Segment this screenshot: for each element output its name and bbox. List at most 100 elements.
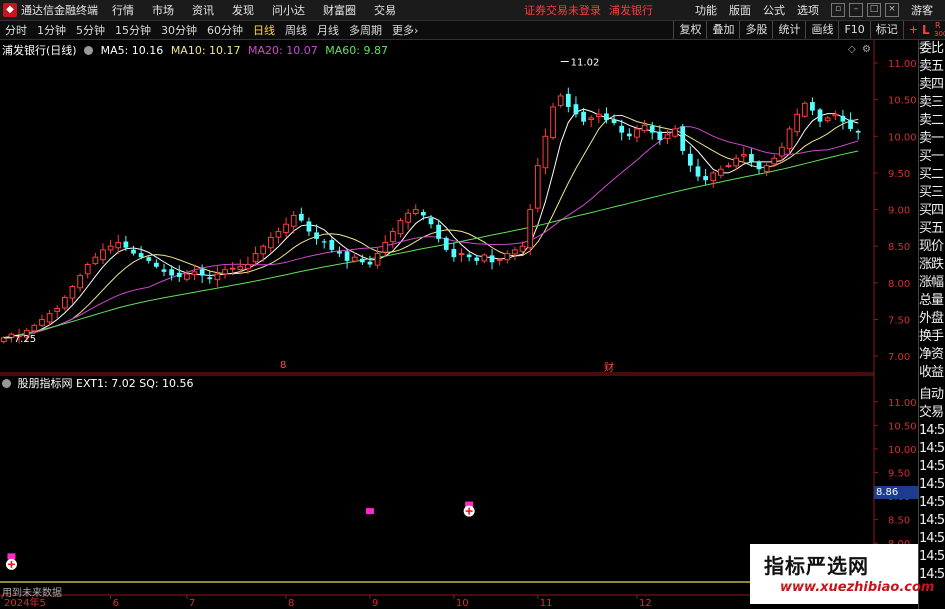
candle-body[interactable] [786,128,793,150]
candle-body[interactable] [840,115,846,122]
menu-discover[interactable]: 发现 [232,2,254,18]
candle-body[interactable] [466,254,472,258]
maximize-icon[interactable]: □ [867,3,881,17]
menu-layout[interactable]: 版面 [729,2,751,18]
candle-body[interactable] [810,102,815,111]
guest-user[interactable]: 游客 [911,2,933,18]
quote-sell-3[interactable]: 卖三 [919,94,945,112]
candle-body[interactable] [687,153,693,166]
candle-body[interactable] [794,113,801,133]
period-5min[interactable]: 5分钟 [71,22,110,38]
candle-body[interactable] [245,264,251,270]
date-tag-8[interactable]: 8 [280,360,286,371]
quote-turnover[interactable]: 换手 [919,328,945,346]
quote-commission-ratio[interactable]: 委比 [919,40,945,58]
candle-body[interactable] [146,257,152,261]
candle-body[interactable] [389,231,396,243]
candle-body[interactable] [329,240,335,250]
menu-market[interactable]: 市场 [152,2,174,18]
period-multi[interactable]: 多周期 [344,22,387,38]
candle-body[interactable] [229,267,236,270]
quote-buy-5[interactable]: 买五 [919,220,945,238]
candle-body[interactable] [107,245,114,251]
candle-body[interactable] [169,269,175,276]
candle-body[interactable] [428,218,434,225]
candle-body[interactable] [619,125,625,133]
candle-body[interactable] [412,209,419,215]
candle-body[interactable] [0,337,7,343]
quote-sell-4[interactable]: 卖四 [919,76,945,94]
quote-change-pct[interactable]: 涨幅 [919,274,945,292]
quote-volume[interactable]: 总量 [919,292,945,310]
candle-body[interactable] [451,249,457,258]
candle-body[interactable] [718,168,724,176]
candle-body[interactable] [565,93,571,107]
candle-body[interactable] [489,255,495,263]
menu-trade[interactable]: 交易 [374,2,396,18]
candle-body[interactable] [749,154,754,162]
candle-body[interactable] [214,273,221,281]
quote-buy-2[interactable]: 买二 [919,166,945,184]
candle-body[interactable] [595,113,602,118]
candle-body[interactable] [848,119,853,129]
login-notice[interactable]: 证券交易未登录 [524,2,601,18]
menu-wealth-circle[interactable]: 财富圈 [323,2,356,18]
candle-body[interactable] [779,146,785,157]
mark-button[interactable]: 标记 [869,21,903,39]
draw-button[interactable]: 画线 [805,21,838,39]
candle-body[interactable] [344,251,350,261]
quote-change[interactable]: 涨跌 [919,256,945,274]
candle-body[interactable] [573,104,579,115]
quote-sell-1[interactable]: 卖一 [919,130,945,148]
candle-body[interactable] [267,236,274,249]
candle-body[interactable] [39,318,45,326]
candle-body[interactable] [817,109,823,122]
candle-body[interactable] [695,166,701,177]
quote-net-assets[interactable]: 净资 [919,346,945,364]
chart-canvas[interactable]: 7.007.508.008.509.009.5010.0010.5011.00 … [0,40,918,609]
period-1min[interactable]: 1分钟 [32,22,71,38]
candle-body[interactable] [252,253,259,263]
candle-body[interactable] [824,117,831,122]
candle-body[interactable] [176,272,182,277]
candle-body[interactable] [581,111,586,122]
quote-current-price[interactable]: 现价 [919,238,945,256]
quote-buy-4[interactable]: 买四 [919,202,945,220]
restore-icon[interactable]: ▫ [831,3,845,17]
candle-body[interactable] [832,113,839,117]
diamond-icon[interactable]: ◇ [848,44,856,55]
candle-body[interactable] [222,269,228,275]
signal-bar[interactable] [7,553,16,560]
candle-body[interactable] [92,256,99,265]
close-icon[interactable]: × [885,3,899,17]
candle-body[interactable] [740,154,747,157]
candle-body[interactable] [421,211,426,216]
adjust-button[interactable]: 复权 [673,21,706,39]
menu-quotes[interactable]: 行情 [112,2,134,18]
period-15min[interactable]: 15分钟 [110,22,156,38]
quote-panel-header[interactable]: L R 300 [918,21,945,39]
menu-options[interactable]: 选项 [797,2,819,18]
candle-body[interactable] [557,95,564,106]
candle-body[interactable] [237,266,244,270]
menu-function[interactable]: 功能 [695,2,717,18]
overlay-button[interactable]: 叠加 [706,21,739,39]
period-tick[interactable]: 分时 [0,22,32,38]
f10-button[interactable]: F10 [838,21,869,39]
candle-body[interactable] [725,165,732,168]
candle-body[interactable] [649,125,655,133]
quote-outer-volume[interactable]: 外盘 [919,310,945,328]
period-30min[interactable]: 30分钟 [156,22,202,38]
candle-body[interactable] [199,269,205,276]
period-weekly[interactable]: 周线 [280,22,312,38]
signal-bar[interactable] [365,508,374,515]
candle-body[interactable] [314,232,319,239]
candle-body[interactable] [542,135,549,169]
candle-body[interactable] [534,165,541,209]
candle-body[interactable] [588,117,595,121]
candle-body[interactable] [481,254,488,262]
minimize-icon[interactable]: – [849,3,863,17]
candle-body[interactable] [710,172,717,182]
quote-earnings[interactable]: 收益 [919,364,945,382]
candle-body[interactable] [664,134,671,140]
